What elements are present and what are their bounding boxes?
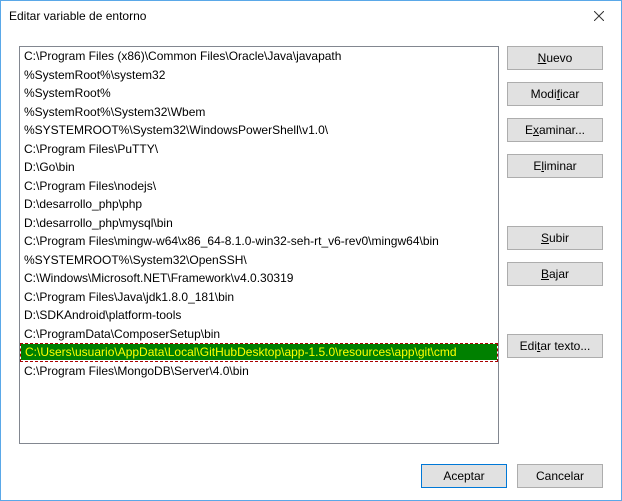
list-item[interactable]: C:\Program Files (x86)\Common Files\Orac… xyxy=(20,47,498,66)
list-item[interactable]: C:\Program Files\Java\jdk1.8.0_181\bin xyxy=(20,288,498,307)
window-title: Editar variable de entorno xyxy=(9,9,146,23)
close-button[interactable] xyxy=(576,1,621,31)
list-item[interactable]: %SystemRoot% xyxy=(20,84,498,103)
path-listbox[interactable]: C:\Program Files (x86)\Common Files\Orac… xyxy=(19,46,499,444)
list-item[interactable]: %SystemRoot%\system32 xyxy=(20,66,498,85)
side-buttons: Nuevo Modificar Examinar... Eliminar Sub… xyxy=(507,46,603,358)
dialog-footer: Aceptar Cancelar xyxy=(1,452,621,500)
list-item[interactable]: D:\desarrollo_php\mysql\bin xyxy=(20,214,498,233)
move-up-button[interactable]: Subir xyxy=(507,226,603,250)
list-item[interactable]: D:\SDKAndroid\platform-tools xyxy=(20,306,498,325)
list-item[interactable]: D:\Go\bin xyxy=(20,158,498,177)
cancel-button[interactable]: Cancelar xyxy=(517,464,603,488)
list-item[interactable]: C:\Program Files\nodejs\ xyxy=(20,177,498,196)
list-item[interactable]: %SystemRoot%\System32\Wbem xyxy=(20,103,498,122)
dialog-content: C:\Program Files (x86)\Common Files\Orac… xyxy=(11,38,611,452)
list-item[interactable]: D:\desarrollo_php\php xyxy=(20,195,498,214)
list-item[interactable]: C:\Windows\Microsoft.NET\Framework\v4.0.… xyxy=(20,269,498,288)
list-item-text: C:\Users\usuario\AppData\Local\GitHubDes… xyxy=(21,344,497,360)
list-item[interactable]: C:\ProgramData\ComposerSetup\bin xyxy=(20,325,498,344)
list-item[interactable]: C:\Program Files\MongoDB\Server\4.0\bin xyxy=(20,362,498,381)
edit-button[interactable]: Modificar xyxy=(507,82,603,106)
browse-button[interactable]: Examinar... xyxy=(507,118,603,142)
list-item[interactable]: C:\Users\usuario\AppData\Local\GitHubDes… xyxy=(20,343,498,362)
list-item[interactable]: C:\Program Files\PuTTY\ xyxy=(20,140,498,159)
list-item[interactable]: C:\Program Files\mingw-w64\x86_64-8.1.0-… xyxy=(20,232,498,251)
delete-button[interactable]: Eliminar xyxy=(507,154,603,178)
close-icon xyxy=(594,11,604,21)
move-down-button[interactable]: Bajar xyxy=(507,262,603,286)
new-button[interactable]: Nuevo xyxy=(507,46,603,70)
list-item[interactable]: %SYSTEMROOT%\System32\OpenSSH\ xyxy=(20,251,498,270)
titlebar: Editar variable de entorno xyxy=(1,1,621,31)
edit-text-button[interactable]: Editar texto... xyxy=(507,334,603,358)
list-item[interactable]: %SYSTEMROOT%\System32\WindowsPowerShell\… xyxy=(20,121,498,140)
ok-button[interactable]: Aceptar xyxy=(421,464,507,488)
